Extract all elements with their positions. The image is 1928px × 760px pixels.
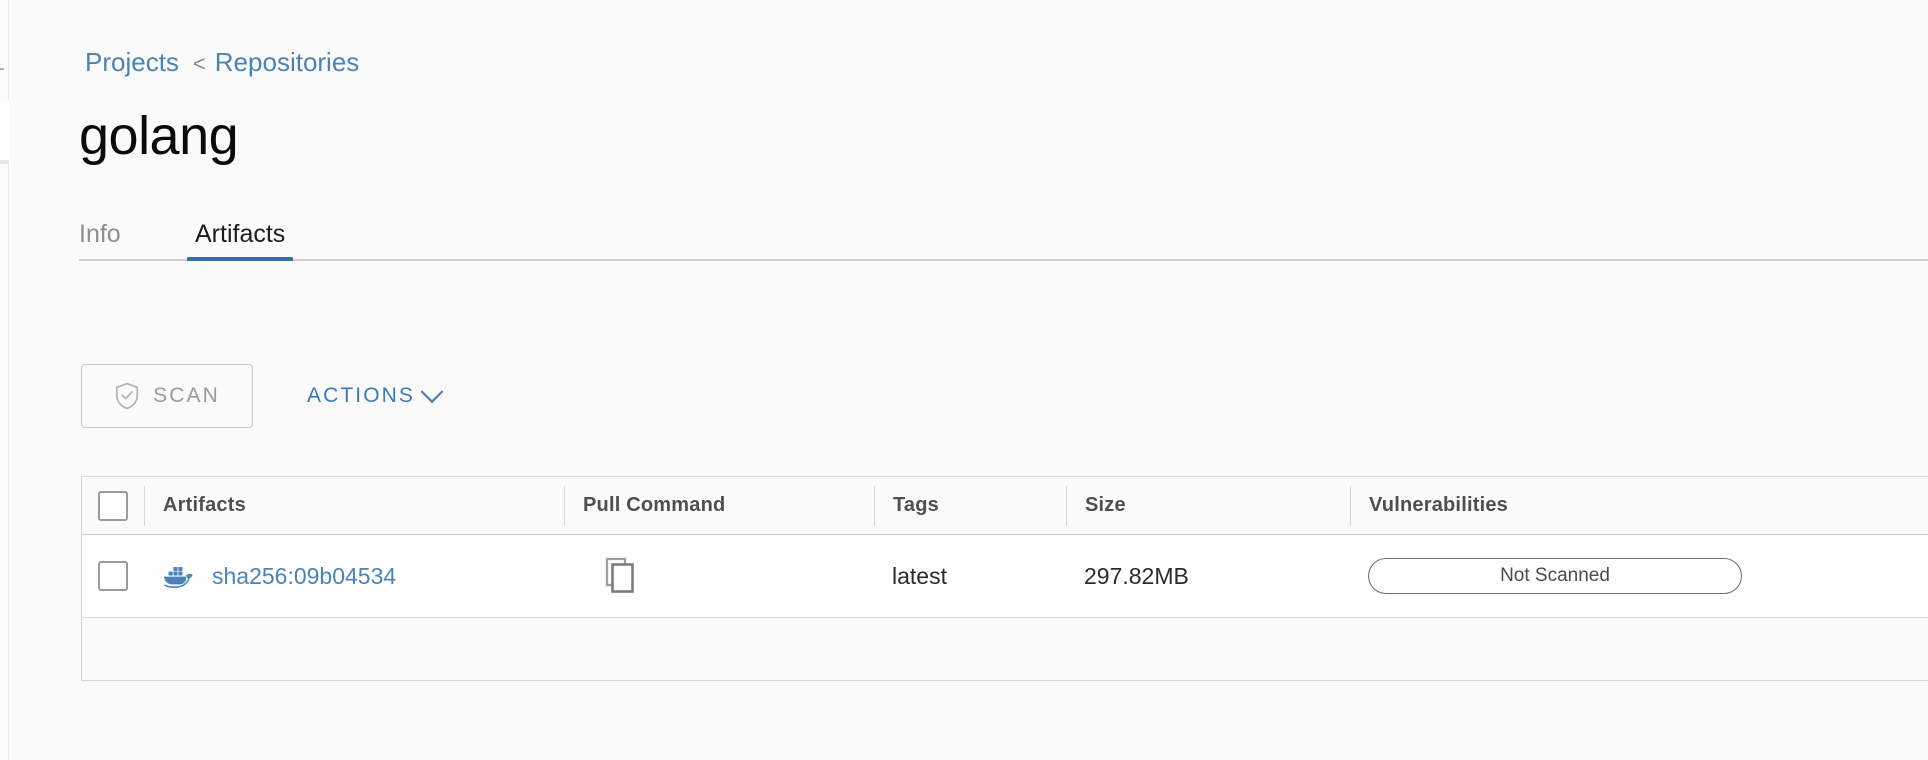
status-badge[interactable]: Not Scanned (1368, 558, 1742, 594)
table-header-row: Artifacts Pull Command Tags Size Vulnera… (82, 477, 1928, 535)
tab-artifacts-label: Artifacts (195, 220, 286, 248)
sidebar-panel-divider (0, 160, 9, 164)
select-all-checkbox[interactable] (98, 490, 128, 521)
page-title: golang (79, 106, 239, 166)
chevron-down-icon (420, 380, 444, 404)
action-bar: SCAN ACTIONS (81, 364, 444, 428)
tab-bar-underline (79, 259, 1928, 261)
row-checkbox[interactable] (98, 561, 128, 591)
breadcrumb-item-projects[interactable]: Projects (85, 47, 179, 77)
scan-button[interactable]: SCAN (81, 364, 253, 428)
actions-dropdown-button[interactable]: ACTIONS (305, 376, 444, 416)
table-row[interactable]: sha256:09b04534 latest 297.82MB Not Scan… (82, 535, 1928, 618)
breadcrumb: Projects < Repositories (85, 47, 359, 79)
artifact-digest-link[interactable]: sha256:09b04534 (162, 563, 396, 590)
actions-button-label: ACTIONS (307, 384, 416, 407)
row-cell-tags: latest (892, 562, 947, 589)
sidebar-panel-gap (0, 100, 9, 160)
shield-check-icon (114, 382, 140, 410)
tab-artifacts[interactable]: Artifacts (187, 218, 294, 261)
breadcrumb-item-repositories[interactable]: Repositories (215, 47, 360, 77)
row-cell-size: 297.82MB (1084, 562, 1189, 589)
tab-active-indicator (187, 257, 294, 261)
header-cell-size[interactable]: Size (1066, 485, 1350, 526)
main-content: Projects < Repositories golang Info Arti… (9, 0, 1928, 760)
header-cell-pull-command[interactable]: Pull Command (564, 485, 874, 526)
tab-info-label: Info (79, 220, 121, 248)
header-cell-tags[interactable]: Tags (874, 485, 1066, 526)
table-footer (82, 618, 1928, 680)
header-cell-vulnerabilities[interactable]: Vulnerabilities (1350, 485, 1928, 526)
row-select-cell (82, 535, 144, 618)
sidebar-notch (0, 68, 4, 70)
header-cell-artifacts[interactable]: Artifacts (144, 485, 564, 526)
breadcrumb-separator-icon: < (192, 51, 206, 76)
copy-icon (604, 557, 638, 595)
artifacts-table: Artifacts Pull Command Tags Size Vulnera… (81, 476, 1928, 681)
header-cell-select (82, 486, 144, 526)
tab-bar: Info Artifacts (79, 218, 1928, 262)
row-cell-vulnerabilities: Not Scanned (1350, 535, 1928, 618)
tab-info[interactable]: Info (79, 218, 121, 260)
sidebar-edge (0, 0, 9, 760)
harbor-repository-page: Projects < Repositories golang Info Arti… (0, 0, 1928, 760)
row-cell-pull-command (564, 535, 874, 618)
scan-button-label: SCAN (153, 384, 220, 407)
artifact-digest-label: sha256:09b04534 (212, 562, 397, 589)
copy-pull-command-button[interactable] (582, 557, 638, 595)
docker-whale-icon (162, 563, 196, 589)
row-cell-artifact: sha256:09b04534 (144, 535, 564, 618)
